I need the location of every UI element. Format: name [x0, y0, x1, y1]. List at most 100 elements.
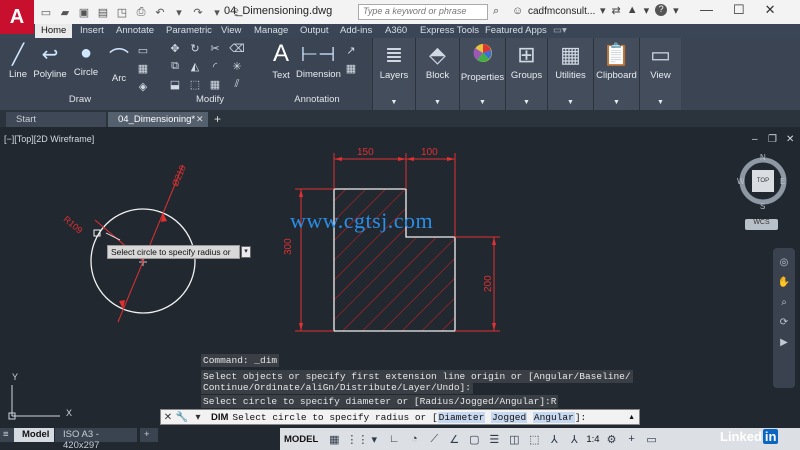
tab-view[interactable]: View — [221, 24, 241, 38]
orbit-icon[interactable]: ⟳ — [773, 317, 795, 328]
wcs-menu[interactable]: WCS — [745, 219, 778, 230]
redo-icon[interactable]: ↷ — [190, 4, 206, 20]
viewcube-e[interactable]: E — [780, 177, 785, 186]
undo-dropdown-icon[interactable]: ▾ — [171, 4, 187, 20]
option-jogged[interactable]: Jogged — [490, 411, 528, 423]
stretch-icon[interactable]: ⬓ — [166, 76, 184, 92]
menu-dropdown-icon[interactable]: ▾ — [644, 4, 650, 17]
table-icon[interactable]: ▦ — [342, 60, 360, 76]
showmotion-icon[interactable]: ▶ — [773, 337, 795, 348]
help-icon[interactable]: ? — [655, 4, 668, 16]
modify-panel-title[interactable]: Modify — [160, 94, 260, 108]
dynamic-input-options-icon[interactable]: ▾ — [241, 246, 251, 258]
web-mobile-icon[interactable]: ◳ — [114, 4, 130, 20]
tab-annotate[interactable]: Annotate — [116, 24, 154, 38]
units-icon[interactable]: ▭ — [644, 433, 660, 446]
recent-commands-icon[interactable]: ▾ — [189, 412, 207, 423]
tab-output[interactable]: Output — [300, 24, 329, 38]
groups-panel[interactable]: ⊞ Groups ▼ — [505, 38, 547, 110]
scale-icon[interactable]: ⬚ — [186, 76, 204, 92]
line-button[interactable]: ╱ Line — [6, 42, 30, 80]
properties-panel[interactable]: Properties ▼ — [459, 38, 505, 110]
annotation-visibility-icon[interactable]: ⅄ — [546, 433, 562, 446]
polyline-button[interactable]: ↩ Polyline — [32, 42, 68, 80]
open-icon[interactable]: ▰ — [57, 4, 73, 20]
text-button[interactable]: A Text — [268, 40, 294, 81]
option-angular[interactable]: Angular — [532, 411, 575, 423]
dimension-button[interactable]: ⊢⊣ Dimension — [296, 42, 341, 80]
osnap-icon[interactable]: ▢ — [466, 433, 482, 446]
arc-button[interactable]: ⌒ Arc — [108, 42, 130, 84]
isodraft-icon[interactable]: ⟋ — [426, 433, 442, 446]
osnap-tracking-icon[interactable]: ∠ — [446, 433, 462, 446]
layout-menu-icon[interactable]: ≡ — [0, 428, 14, 442]
utilities-panel[interactable]: ▦ Utilities ▼ — [547, 38, 593, 110]
explode-icon[interactable]: ✳ — [228, 58, 246, 74]
tab-manage[interactable]: Manage — [254, 24, 288, 38]
circle-button[interactable]: ● Circle — [72, 42, 100, 78]
account-dropdown-icon[interactable]: ▾ — [600, 4, 606, 17]
minimize-icon[interactable]: — — [700, 2, 713, 18]
tab-model[interactable]: Model — [14, 428, 54, 442]
array-icon[interactable]: ▦ — [206, 76, 224, 92]
viewcube-n[interactable]: N — [760, 153, 766, 162]
viewcube-top-face[interactable]: TOP — [752, 170, 774, 192]
pan-icon[interactable]: ✋ — [773, 277, 795, 288]
mirror-icon[interactable]: ◭ — [186, 58, 204, 74]
infer-icon[interactable]: ▾ — [366, 433, 382, 446]
viewcube-s[interactable]: S — [760, 202, 765, 211]
ribbon-toggle-icon[interactable]: ▭▾ — [553, 24, 567, 38]
redo-dropdown-icon[interactable]: ▾ — [209, 4, 225, 20]
hatch-icon[interactable]: ▦ — [134, 60, 152, 76]
new-tab-icon[interactable]: + — [214, 112, 221, 126]
new-icon[interactable]: ▭ — [38, 4, 54, 20]
exchange-icon[interactable]: ⇄ — [612, 4, 621, 17]
draw-panel-title[interactable]: Draw — [0, 94, 160, 108]
tab-parametric[interactable]: Parametric — [166, 24, 212, 38]
move-icon[interactable]: ✥ — [166, 40, 184, 56]
steering-wheel-icon[interactable]: ◎ — [773, 257, 795, 268]
user-account[interactable]: cadfmconsult... — [528, 6, 595, 17]
command-line[interactable]: ✕ 🔧 ▾ DIM Select circle to specify radiu… — [160, 409, 640, 425]
block-panel[interactable]: ⬘ Block ▼ — [415, 38, 459, 110]
erase-icon[interactable]: ⌫ — [228, 40, 246, 56]
zoom-icon[interactable]: ⌕ — [773, 297, 795, 308]
rectangle-icon[interactable]: ▭ — [134, 42, 152, 58]
close-icon[interactable]: ✕ — [765, 2, 776, 18]
viewcube-w[interactable]: W — [737, 177, 745, 186]
leader-icon[interactable]: ↗ — [342, 42, 360, 58]
tab-featured-apps[interactable]: Featured Apps — [485, 24, 547, 38]
tab-start[interactable]: Start — [6, 112, 106, 127]
connect-icon[interactable]: ▲ — [627, 4, 638, 17]
close-tab-icon[interactable]: ✕ — [196, 114, 204, 125]
expand-history-icon[interactable]: ▲ — [628, 414, 635, 421]
grid-icon[interactable]: ▦ — [326, 433, 342, 446]
copy-icon[interactable]: ⧉ — [166, 58, 184, 74]
annotation-scale[interactable]: 1:4 — [586, 434, 599, 445]
tab-current-drawing[interactable]: 04_Dimensioning* — [108, 112, 208, 127]
lineweight-icon[interactable]: ☰ — [486, 433, 502, 446]
close-command-icon[interactable]: ✕ — [161, 412, 175, 423]
ortho-icon[interactable]: ∟ — [386, 433, 402, 445]
undo-icon[interactable]: ↶ — [152, 4, 168, 20]
print-icon[interactable]: ⎙ — [133, 4, 149, 20]
workspace-icon[interactable]: ⚙ — [604, 433, 620, 446]
diameter-dimension[interactable] — [117, 164, 184, 323]
layers-panel[interactable]: ≣ Layers ▼ — [372, 38, 415, 110]
new-layout-icon[interactable]: + — [140, 428, 158, 442]
save-as-icon[interactable]: ▤ — [95, 4, 111, 20]
search-icon[interactable]: ⌕ — [493, 5, 499, 18]
trim-icon[interactable]: ✂ — [206, 40, 224, 56]
maximize-icon[interactable]: ☐ — [733, 2, 745, 18]
tab-layout-iso-a3[interactable]: ISO A3 - 420x297 — [55, 428, 137, 450]
polar-icon[interactable]: ◔ — [406, 433, 422, 445]
tab-add-ins[interactable]: Add-ins — [340, 24, 372, 38]
clipboard-panel[interactable]: 📋 Clipboard ▼ — [593, 38, 639, 110]
model-space-button[interactable]: MODEL — [284, 434, 318, 445]
rotate-icon[interactable]: ↻ — [186, 40, 204, 56]
search-input[interactable]: Type a keyword or phrase — [358, 4, 488, 20]
annotation-panel-title[interactable]: Annotation — [262, 94, 372, 108]
region-icon[interactable]: ◈ — [134, 78, 152, 94]
fillet-icon[interactable]: ◜ — [206, 58, 224, 74]
offset-icon[interactable]: ⫽ — [228, 76, 246, 92]
